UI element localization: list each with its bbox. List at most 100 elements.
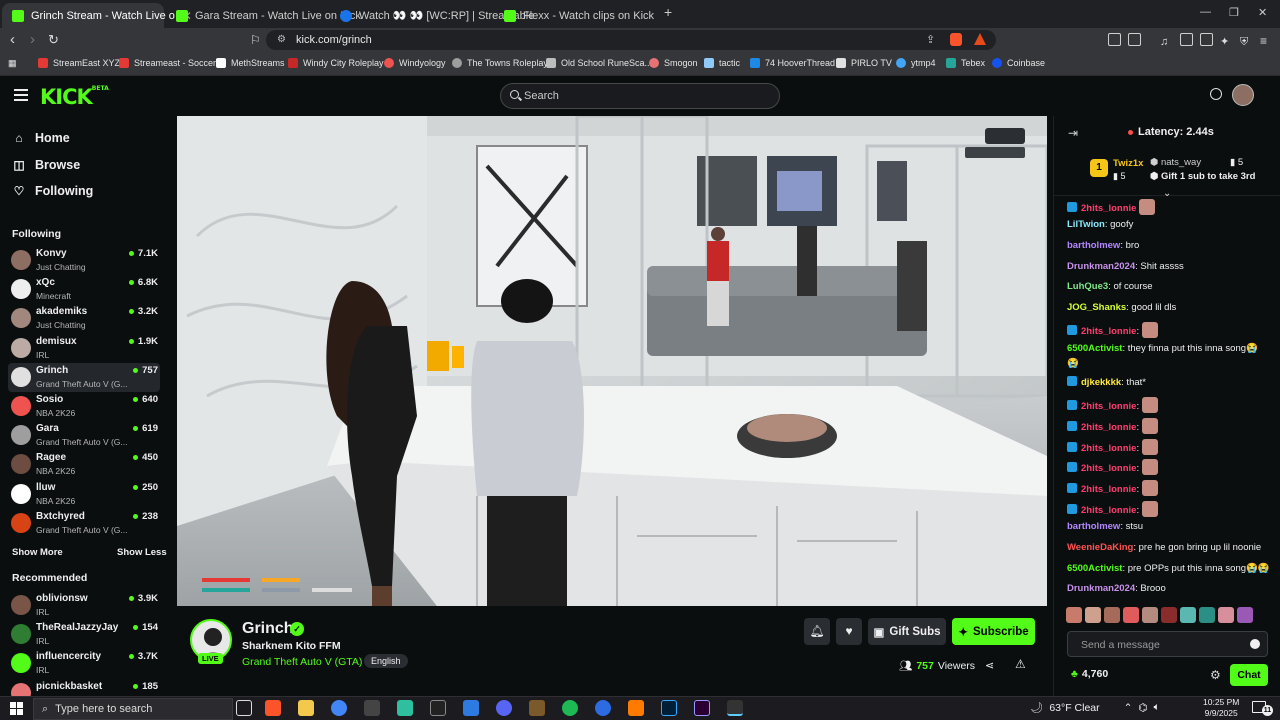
task-view-icon[interactable] [236, 700, 252, 716]
streamer-name[interactable]: Grinch [242, 620, 294, 638]
emote-icon[interactable] [1218, 607, 1234, 623]
bookmark-item[interactable]: The Towns Roleplay [452, 58, 548, 68]
channel-row[interactable]: demisux IRL 1.9K [8, 334, 160, 363]
show-less-link[interactable]: Show Less [117, 547, 167, 558]
header-search-icon[interactable] [1210, 88, 1222, 100]
browser-tab-3[interactable]: Watch 👀 👀 [WC:RP] | Streamable [330, 3, 534, 28]
bookmark-item[interactable]: Tebex [946, 58, 985, 68]
chat-username[interactable]: bartholmew [1067, 240, 1120, 251]
show-more-link[interactable]: Show More [12, 547, 63, 558]
app-icon[interactable] [727, 700, 743, 716]
extensions-icon[interactable] [1108, 33, 1121, 46]
channel-row[interactable]: TheRealJazzyJay IRL 154 [8, 620, 160, 649]
emote-icon[interactable] [1180, 607, 1196, 623]
nav-home[interactable]: ⌂ Home [12, 131, 69, 145]
bookmark-item[interactable]: tactic [704, 58, 740, 68]
channel-row[interactable]: akademiks Just Chatting 3.2K [8, 304, 160, 333]
wallet-icon[interactable] [1200, 33, 1213, 46]
network-icon[interactable]: ⌬ [1138, 702, 1147, 714]
chat-username[interactable]: 6500Activist [1067, 563, 1122, 574]
brave-rewards-icon[interactable] [974, 33, 986, 45]
emote-icon[interactable] [1085, 607, 1101, 623]
gift-subs-button[interactable]: ▣ Gift Subs [868, 618, 946, 645]
chat-settings-icon[interactable]: ⚙ [1210, 668, 1221, 682]
chat-username[interactable]: 2hits_lonnie [1081, 422, 1136, 433]
bookmark-icon[interactable]: ⚐ [250, 31, 261, 49]
bookmark-item[interactable]: Smogon [649, 58, 698, 68]
emote-icon[interactable] [1066, 607, 1082, 623]
bookmark-item[interactable]: Windy City Roleplay [288, 58, 384, 68]
emoji-picker-icon[interactable] [1250, 639, 1260, 649]
emote-icon[interactable] [1237, 607, 1253, 623]
chat-username[interactable]: 2hits_lonnie [1081, 443, 1136, 454]
expand-chevron-icon[interactable]: ⌄ [1163, 188, 1171, 199]
channel-points[interactable]: ♣ 4,760 [1071, 668, 1108, 680]
brave-app-icon[interactable] [265, 700, 281, 716]
tray-chevron-icon[interactable]: ⌃ [1124, 702, 1133, 714]
chat-username[interactable]: Drunkman2024 [1067, 261, 1135, 272]
chat-send-button[interactable]: Chat [1230, 664, 1268, 686]
chat-username[interactable]: WeenieDaKing [1067, 542, 1133, 553]
bookmark-item[interactable]: Old School RuneSca... [546, 58, 652, 68]
nav-following[interactable]: ♡ Following [12, 184, 94, 198]
chrome-app-icon[interactable] [331, 700, 347, 716]
window-close-icon[interactable]: ✕ [1258, 6, 1267, 19]
emote-icon[interactable] [1123, 607, 1139, 623]
reload-icon[interactable]: ↻ [48, 31, 59, 49]
chat-message-input[interactable]: Send a message [1067, 631, 1268, 657]
channel-row[interactable]: Ragee NBA 2K26 450 [8, 450, 160, 479]
chat-username[interactable]: 6500Activist [1067, 343, 1122, 354]
browser-menu-icon[interactable]: ≡ [1260, 32, 1267, 50]
forward-icon[interactable]: › [30, 31, 35, 49]
chat-username[interactable]: 2hits_lonnie [1081, 463, 1136, 474]
browser-tab-1[interactable]: Grinch Stream - Watch Live o ✕ [2, 3, 192, 28]
bookmark-item[interactable]: MethStreams [216, 58, 285, 68]
chat-username[interactable]: 2hits_lonnie [1081, 326, 1136, 337]
emote-icon[interactable] [1199, 607, 1215, 623]
chat-username[interactable]: LilTwion [1067, 219, 1105, 230]
chat-username[interactable]: 2hits_lonnie [1081, 401, 1136, 412]
channel-row[interactable]: lluw NBA 2K26 250 [8, 480, 160, 509]
channel-row[interactable]: Konvy Just Chatting 7.1K [8, 246, 160, 275]
volume-icon[interactable]: 🔈︎ [1154, 701, 1160, 714]
windows-start-icon[interactable] [10, 702, 23, 715]
share-icon[interactable]: ⇪ [926, 33, 935, 46]
app-icon[interactable] [628, 700, 644, 716]
channel-row[interactable]: Grinch Grand Theft Auto V (G... 757 [8, 362, 160, 392]
channel-row[interactable]: Sosio NBA 2K26 640 [8, 392, 160, 421]
apps-grid-icon[interactable]: ▦ [8, 58, 17, 69]
bookmark-item[interactable]: 74 HooverThread [750, 58, 835, 68]
category-link[interactable]: Grand Theft Auto V (GTA) [242, 656, 362, 668]
notification-bell-button[interactable]: 🔔︎ [804, 618, 830, 645]
leo-ai-icon[interactable]: ✦ [1220, 33, 1229, 51]
chat-username[interactable]: Drunkman2024 [1067, 583, 1135, 594]
photoshop-app-icon[interactable] [661, 700, 677, 716]
app-icon[interactable] [364, 700, 380, 716]
url-field[interactable]: ⚙ kick.com/grinch ⇪ [266, 30, 996, 50]
collapse-chat-icon[interactable]: ⇥ [1068, 126, 1078, 140]
bookmark-item[interactable]: Windyology [384, 58, 446, 68]
share-icon[interactable]: ⋖ [985, 659, 994, 672]
bookmark-item[interactable]: Streameast - Soccer [119, 58, 216, 68]
channel-row[interactable]: influencercity IRL 3.7K [8, 649, 160, 678]
chat-username[interactable]: 2hits_lonnie [1081, 484, 1136, 495]
subscribe-button[interactable]: ✦ Subscribe [952, 618, 1035, 645]
emote-icon[interactable] [1161, 607, 1177, 623]
nav-browse[interactable]: ◫ Browse [12, 158, 80, 172]
sidebar-toggle-icon[interactable] [1180, 33, 1193, 46]
chat-username[interactable]: 2hits_lonnie [1081, 203, 1136, 214]
bookmark-item[interactable]: Coinbase [992, 58, 1045, 68]
follow-heart-button[interactable]: ♥ [836, 618, 862, 645]
weather-text[interactable]: 63°F Clear [1049, 702, 1099, 714]
language-tag[interactable]: English [364, 654, 408, 668]
media-icon[interactable]: ♫ [1160, 33, 1168, 51]
chat-username[interactable]: 2hits_lonnie [1081, 505, 1136, 516]
search-input[interactable]: Search [500, 83, 780, 109]
kick-logo[interactable]: KICKBETA [40, 85, 109, 109]
back-icon[interactable]: ‹ [10, 31, 15, 49]
chat-username[interactable]: 😭 [1067, 358, 1079, 369]
site-info-icon[interactable]: ⚙ [277, 34, 286, 45]
channel-row[interactable]: xQc Minecraft 6.8K [8, 275, 160, 304]
new-tab-button[interactable]: + [664, 4, 672, 20]
maximize-icon[interactable]: ❐ [1229, 6, 1239, 19]
